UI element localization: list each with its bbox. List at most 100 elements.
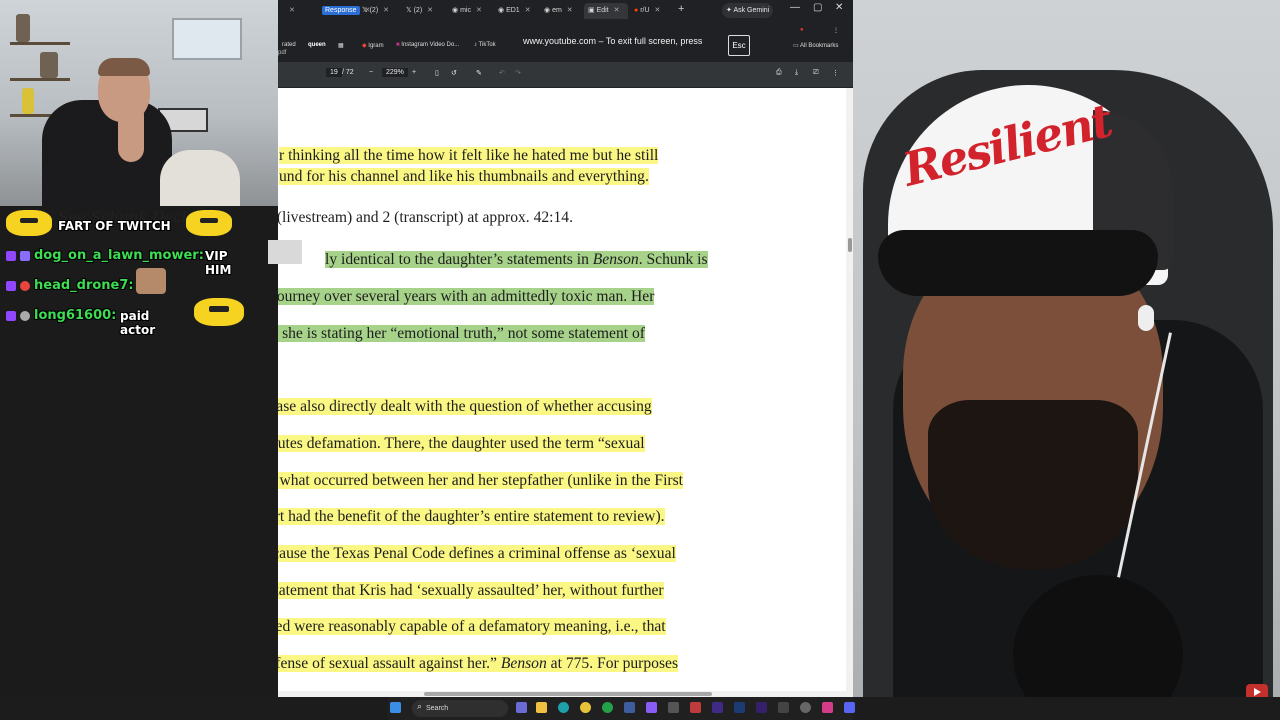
pdf-text-line: Ex. 1 (livestream) and 2 (transcript) at… <box>278 207 573 229</box>
pdf-text-segment: expressing her heartfelt emotional journ… <box>278 288 655 305</box>
app-icon[interactable] <box>602 702 613 713</box>
chat-username: dog_on_a_lawn_mower: <box>34 248 204 263</box>
person-legs <box>160 150 240 206</box>
scroll-thumb[interactable] <box>424 692 712 696</box>
shelf <box>10 42 70 45</box>
pdf-text-segment: at 780. The court held, “because the Tex… <box>278 545 676 562</box>
close-icon[interactable]: ✕ <box>476 7 482 14</box>
close-icon[interactable]: ✕ <box>614 7 620 14</box>
close-icon[interactable]: ✕ <box>525 7 531 14</box>
close-icon[interactable]: ✕ <box>655 7 661 14</box>
fit-page-icon[interactable]: ▯ <box>435 69 439 77</box>
pdf-text-line: explanation, the words Guerrero used wer… <box>278 616 666 638</box>
close-icon[interactable]: ✕ <box>289 7 295 14</box>
maximize-icon[interactable]: ▢ <box>813 2 822 13</box>
more-menu-icon[interactable]: ⋮ <box>833 27 839 34</box>
pdf-text-segment: Ex. 1 (livestream) and 2 (transcript) at… <box>278 209 573 226</box>
app-icon[interactable] <box>822 702 833 713</box>
bookmark-rated[interactable]: rated <box>282 42 296 48</box>
emote-icon <box>186 210 232 236</box>
widgets-icon[interactable] <box>516 702 527 713</box>
windows-start-icon[interactable] <box>390 702 401 713</box>
pdf-toolbar: 19 / 72 − 229% + ▯ ↺ ✎ ↶ ↷ ⎙ ⤓ ⎚ ⋮ <box>278 62 853 88</box>
save-icon[interactable]: ⎙ <box>776 69 782 77</box>
globe-icon: ◉ <box>452 7 461 14</box>
bookmark-instagram-video[interactable]: ■ Instagram Video Do... <box>396 42 459 48</box>
tab[interactable]: ◉ mic ✕ <box>448 3 494 19</box>
file-explorer-icon[interactable] <box>536 702 547 713</box>
pdf-page-view[interactable]: r thinking all the time how it felt like… <box>278 88 853 697</box>
tab-x[interactable]: 𝕏 (2) ✕ <box>358 3 402 19</box>
vertical-scrollbar[interactable] <box>846 88 853 697</box>
taskbar-search[interactable]: Search <box>412 700 508 717</box>
pdf-text-line: ly identical to the daughter’s statement… <box>325 249 708 271</box>
tab-reddit[interactable]: ● r/U ✕ <box>630 3 674 19</box>
scroll-thumb[interactable] <box>848 238 852 252</box>
discord-icon[interactable] <box>844 702 855 713</box>
steam-icon[interactable] <box>624 702 635 713</box>
tab[interactable]: ◉ em ✕ <box>540 3 584 19</box>
taskbar-apps: Search ⌕ <box>388 697 855 720</box>
tab-response[interactable]: Response ✕ <box>318 3 370 19</box>
fullscreen-notice: www.youtube.com – To exit full screen, p… <box>523 36 703 46</box>
ask-gemini-label: Ask Gemini <box>733 7 770 14</box>
new-tab-button[interactable]: + <box>678 3 684 15</box>
rotate-icon[interactable]: ↺ <box>451 69 457 77</box>
after-effects-icon[interactable] <box>756 702 767 713</box>
all-bookmarks-label: All Bookmarks <box>800 43 839 49</box>
apps-grid-icon[interactable]: ▦ <box>338 42 344 49</box>
app-icon[interactable] <box>646 702 657 713</box>
tab-x[interactable]: 𝕏 (2) ✕ <box>402 3 448 19</box>
twitch-badge-icon <box>6 311 16 321</box>
close-icon[interactable]: ✕ <box>567 7 573 14</box>
pdf-text-segment: und for his channel and like his thumbna… <box>279 168 649 185</box>
close-icon[interactable]: ✕ <box>383 7 389 14</box>
bookmark-label: Instagram Video Do... <box>401 42 460 48</box>
pdf-text-segment: Kris had committed the criminal offense … <box>278 655 501 672</box>
person-hair <box>98 58 150 76</box>
twitch-badge-icon <box>6 281 16 291</box>
pdf-text-segment: Benson <box>500 655 547 672</box>
ask-gemini-button[interactable]: ✦ Ask Gemini <box>722 3 774 18</box>
all-bookmarks[interactable]: ▭ All Bookmarks <box>793 42 838 49</box>
chrome-icon[interactable] <box>580 702 591 713</box>
emote-icon <box>6 210 52 236</box>
pdf-text-line: und for his channel and like his thumbna… <box>279 166 649 188</box>
draw-icon[interactable]: ✎ <box>476 69 482 77</box>
tab-active[interactable]: ▣ Edit ✕ <box>584 3 628 19</box>
chat-username: head_drone7: <box>34 278 134 293</box>
bookmark-igram[interactable]: ◆ Igram <box>362 42 384 49</box>
pdf-text-segment: Benson <box>592 251 639 268</box>
bookmark-queen[interactable]: queen <box>308 42 326 48</box>
zoom-input[interactable]: 229% <box>382 68 408 77</box>
edge-icon[interactable] <box>558 702 569 713</box>
more-icon[interactable]: ⋮ <box>832 69 839 77</box>
minimize-icon[interactable]: — <box>790 2 800 13</box>
tab[interactable]: ✕ <box>280 3 318 19</box>
app-icon[interactable] <box>778 702 789 713</box>
chat-text: paid actor <box>120 309 156 337</box>
page-number-input[interactable]: 19 <box>326 68 342 77</box>
close-icon[interactable]: ✕ <box>427 7 433 14</box>
window-close-icon[interactable]: ✕ <box>835 2 843 13</box>
emote-image <box>136 268 166 294</box>
beard <box>928 400 1138 570</box>
zoom-out-button[interactable]: − <box>369 69 373 76</box>
x-logo-icon: 𝕏 <box>406 7 414 14</box>
app-icon[interactable] <box>668 702 679 713</box>
premiere-icon[interactable] <box>712 702 723 713</box>
bookmark-tiktok[interactable]: ♪ TikTok <box>474 42 496 48</box>
print-icon[interactable]: ⎚ <box>813 69 819 77</box>
chat-username: long61600: <box>34 308 117 323</box>
redo-icon[interactable]: ↷ <box>515 69 521 77</box>
undo-icon[interactable]: ↶ <box>499 69 505 77</box>
app-icon[interactable] <box>800 702 811 713</box>
app-icon[interactable] <box>690 702 701 713</box>
tab[interactable]: ◉ ED1 ✕ <box>494 3 540 19</box>
photoshop-icon[interactable] <box>734 702 745 713</box>
download-icon[interactable]: ⤓ <box>795 69 798 77</box>
extension-icon[interactable]: ● <box>800 27 804 33</box>
tab-strip: ✕ Response ✕ 𝕏 (2) ✕ 𝕏 (2) ✕ ◉ mic ✕ ◉ ED1 ✕ … <box>278 0 853 22</box>
zoom-in-button[interactable]: + <box>412 69 416 76</box>
pdf-text-line: story is admirable, and, in telling it, … <box>278 323 645 345</box>
